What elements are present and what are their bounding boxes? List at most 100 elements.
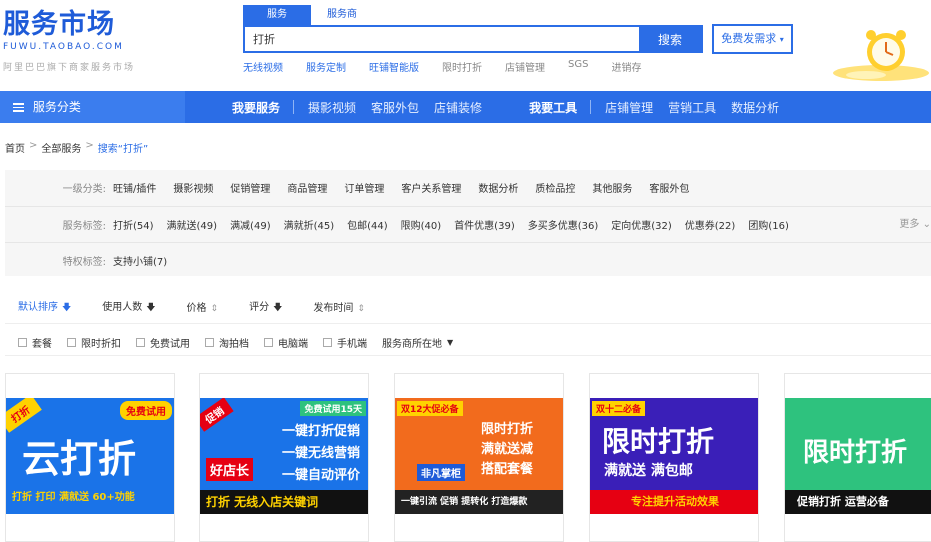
product-card[interactable]: 双十二必备 限时打折 满就送 满包邮 专注提升活动效果 bbox=[589, 373, 759, 542]
hot-link-flash-discount[interactable]: 限时打折 bbox=[442, 59, 482, 74]
banner-line: 满就送减 bbox=[481, 442, 534, 457]
sort-bar: 默认排序 🡇 使用人数 🡇 价格 ⇕ 评分 🡇 发布时间 ⇕ bbox=[5, 290, 931, 324]
search-tab-provider[interactable]: 服务商 bbox=[311, 5, 373, 25]
hot-link-smart-shop[interactable]: 旺铺智能版 bbox=[369, 59, 419, 74]
product-banner[interactable]: 双12大促必备 限时打折 满就送减 搭配套餐 非凡掌柜 一键引流 促销 提转化 … bbox=[395, 398, 563, 514]
search-input[interactable] bbox=[245, 27, 639, 51]
product-card[interactable]: 限时打折 促销打折 运营必备 bbox=[784, 373, 931, 542]
option-taopaidang[interactable]: 淘拍档 bbox=[205, 335, 249, 350]
hot-link-sgs[interactable]: SGS bbox=[568, 59, 588, 74]
sort-default-label: 默认排序 bbox=[18, 301, 58, 313]
filter-more-button[interactable]: 更多 ⌄ bbox=[899, 207, 931, 242]
filter-option[interactable]: 限购(40) bbox=[401, 217, 442, 232]
checkbox[interactable] bbox=[67, 338, 76, 347]
search-box: 搜索 bbox=[243, 25, 703, 53]
filter-option[interactable]: 定向优惠(32) bbox=[611, 217, 672, 232]
banner-promo-tag: 双12大促必备 bbox=[397, 401, 463, 416]
hot-link-inventory[interactable]: 进销存 bbox=[611, 59, 641, 74]
filter-option[interactable]: 团购(16) bbox=[748, 217, 789, 232]
filter-label-category: 一级分类: bbox=[62, 184, 106, 195]
banner-bottom-strip: 专注提升活动效果 bbox=[590, 490, 758, 514]
filter-option[interactable]: 优惠券(22) bbox=[685, 217, 736, 232]
breadcrumb-all-services[interactable]: 全部服务 bbox=[41, 140, 81, 155]
hot-link-shop-management[interactable]: 店铺管理 bbox=[505, 59, 545, 74]
sort-default[interactable]: 默认排序 🡇 bbox=[18, 298, 71, 316]
sort-by-publish-time[interactable]: 发布时间 ⇕ bbox=[313, 299, 365, 314]
filter-option[interactable]: 其他服务 bbox=[592, 180, 632, 195]
location-label: 服务商所在地 bbox=[382, 339, 442, 350]
breadcrumb-home[interactable]: 首页 bbox=[5, 140, 25, 155]
filter-option[interactable]: 多买多优惠(36) bbox=[528, 217, 599, 232]
nav-item-marketing-tools[interactable]: 营销工具 bbox=[668, 99, 716, 116]
search-button[interactable]: 搜索 bbox=[639, 27, 701, 51]
checkbox[interactable] bbox=[18, 338, 27, 347]
option-label: 手机端 bbox=[337, 339, 367, 350]
checkbox[interactable] bbox=[323, 338, 332, 347]
product-banner[interactable]: 打折 免费试用 云打折 打折 打印 满就送 60+功能 bbox=[6, 398, 174, 514]
option-flash-discount[interactable]: 限时折扣 bbox=[67, 335, 121, 350]
checkbox[interactable] bbox=[136, 338, 145, 347]
filter-option[interactable]: 订单管理 bbox=[344, 180, 384, 195]
product-card[interactable]: 促销 免费试用15天 一键打折促销 一键无线营销 一键自动评价 好店长 打折 无… bbox=[199, 373, 369, 542]
filter-option[interactable]: 质检品控 bbox=[535, 180, 575, 195]
product-card[interactable]: 双12大促必备 限时打折 满就送减 搭配套餐 非凡掌柜 一键引流 促销 提转化 … bbox=[394, 373, 564, 542]
nav-item-shop-decoration[interactable]: 店铺装修 bbox=[434, 99, 482, 116]
filter-option[interactable]: 客户关系管理 bbox=[401, 180, 461, 195]
filter-option[interactable]: 商品管理 bbox=[287, 180, 327, 195]
nav-item-photo-video[interactable]: 摄影视频 bbox=[308, 99, 356, 116]
filter-option[interactable]: 支持小铺(7) bbox=[113, 253, 167, 268]
site-logo[interactable]: 服务市场 FUWU.TAOBAO.COM 阿里巴巴旗下商家服务市场 bbox=[3, 10, 173, 80]
search-tab-service[interactable]: 服务 bbox=[243, 5, 311, 25]
nav-item-shop-management[interactable]: 店铺管理 bbox=[605, 99, 653, 116]
product-banner[interactable]: 促销 免费试用15天 一键打折促销 一键无线营销 一键自动评价 好店长 打折 无… bbox=[200, 398, 368, 514]
post-demand-button[interactable]: 免费发需求 ▾ bbox=[712, 24, 793, 54]
category-menu-button[interactable]: 服务分类 bbox=[0, 91, 185, 123]
filter-option[interactable]: 摄影视频 bbox=[173, 180, 213, 195]
filter-option[interactable]: 满就折(45) bbox=[284, 217, 335, 232]
filter-row-service-tags: 服务标签: 打折(54) 满就送(49) 满减(49) 满就折(45) 包邮(4… bbox=[5, 206, 931, 241]
checkbox[interactable] bbox=[205, 338, 214, 347]
search-area: 服务 服务商 搜索 无线视频 服务定制 旺铺智能版 限时打折 店铺管理 SGS … bbox=[243, 0, 703, 80]
banner-line: 一键自动评价 bbox=[282, 468, 361, 483]
product-card[interactable]: 打折 免费试用 云打折 打折 打印 满就送 60+功能 bbox=[5, 373, 175, 542]
menu-icon bbox=[13, 101, 24, 114]
filter-option[interactable]: 客服外包 bbox=[649, 180, 689, 195]
option-free-trial[interactable]: 免费试用 bbox=[136, 335, 190, 350]
nav-divider bbox=[590, 100, 592, 114]
product-banner[interactable]: 限时打折 促销打折 运营必备 bbox=[785, 398, 931, 514]
filter-option[interactable]: 旺铺/插件 bbox=[113, 180, 156, 195]
sort-by-price[interactable]: 价格 ⇕ bbox=[187, 299, 219, 314]
filter-option[interactable]: 满就送(49) bbox=[167, 217, 218, 232]
caret-down-icon: ▾ bbox=[779, 35, 784, 44]
nav-item-data-analysis[interactable]: 数据分析 bbox=[731, 99, 779, 116]
option-mobile[interactable]: 手机端 bbox=[323, 335, 367, 350]
filter-option[interactable]: 首件优惠(39) bbox=[454, 217, 515, 232]
sort-by-users[interactable]: 使用人数 🡇 bbox=[102, 298, 155, 316]
header: 服务市场 FUWU.TAOBAO.COM 阿里巴巴旗下商家服务市场 服务 服务商… bbox=[0, 0, 931, 90]
sort-by-rating[interactable]: 评分 🡇 bbox=[249, 298, 282, 316]
hot-link-wireless-video[interactable]: 无线视频 bbox=[243, 59, 283, 74]
location-dropdown[interactable]: 服务商所在地 ▼ bbox=[382, 335, 453, 350]
hot-link-custom-service[interactable]: 服务定制 bbox=[306, 59, 346, 74]
filter-option[interactable]: 数据分析 bbox=[478, 180, 518, 195]
banner-headline: 限时打折 bbox=[602, 425, 715, 458]
option-pc[interactable]: 电脑端 bbox=[264, 335, 308, 350]
nav-group-tools[interactable]: 我要工具 bbox=[529, 99, 577, 116]
filter-label-privilege-tags: 特权标签: bbox=[62, 256, 106, 268]
banner-line: 搭配套餐 bbox=[481, 462, 534, 477]
filter-panel: 一级分类: 旺铺/插件 摄影视频 促销管理 商品管理 订单管理 客户关系管理 数… bbox=[5, 170, 931, 276]
banner-trial-tag: 免费试用 bbox=[120, 401, 172, 420]
filter-option[interactable]: 满减(49) bbox=[230, 217, 271, 232]
hot-search-links: 无线视频 服务定制 旺铺智能版 限时打折 店铺管理 SGS 进销存 bbox=[243, 59, 664, 74]
option-package[interactable]: 套餐 bbox=[18, 335, 52, 350]
arrow-down-icon: 🡇 bbox=[146, 302, 156, 313]
filter-option[interactable]: 包邮(44) bbox=[347, 217, 388, 232]
checkbox[interactable] bbox=[264, 338, 273, 347]
filter-option[interactable]: 打折(54) bbox=[113, 217, 154, 232]
filter-more-label: 更多 bbox=[899, 219, 920, 230]
nav-item-cs-outsourcing[interactable]: 客服外包 bbox=[371, 99, 419, 116]
filter-option[interactable]: 促销管理 bbox=[230, 180, 270, 195]
sort-users-label: 使用人数 bbox=[102, 301, 143, 313]
product-banner[interactable]: 双十二必备 限时打折 满就送 满包邮 专注提升活动效果 bbox=[590, 398, 758, 514]
nav-group-services[interactable]: 我要服务 bbox=[232, 99, 280, 116]
